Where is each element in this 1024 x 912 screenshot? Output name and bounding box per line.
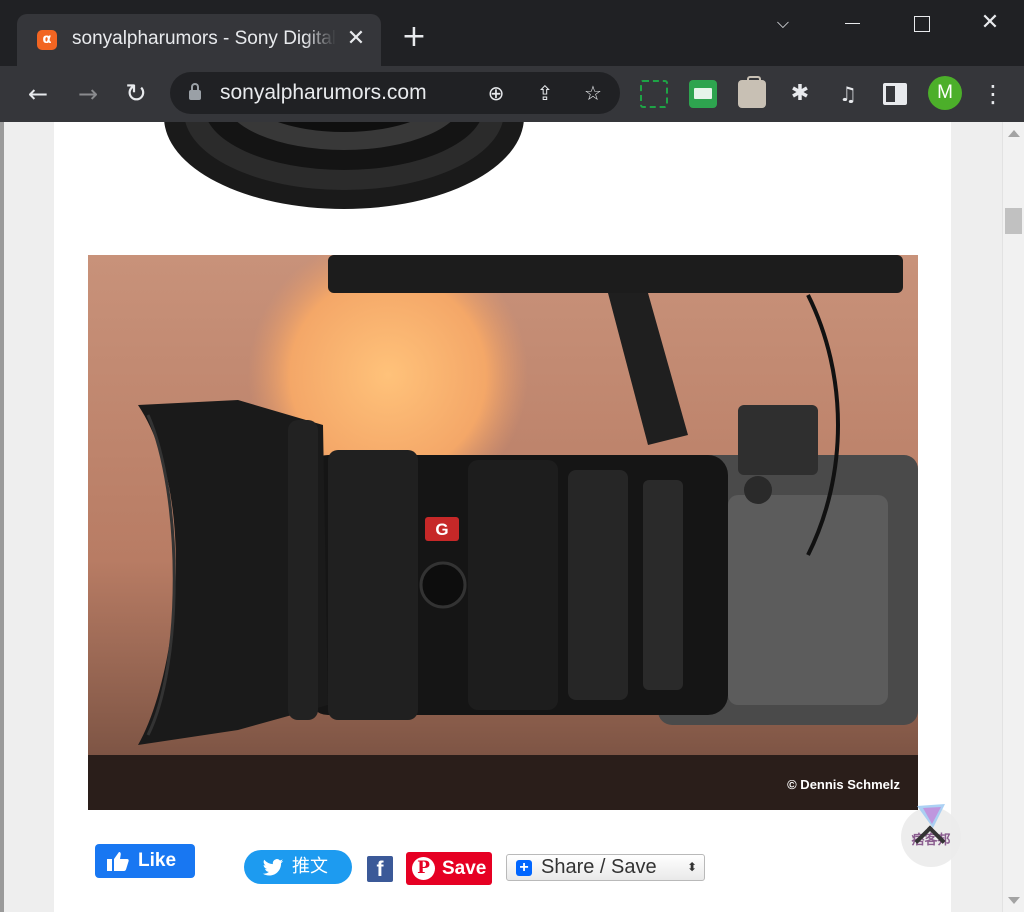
mail-icon[interactable] [689, 80, 717, 108]
page-scrollbar[interactable] [1002, 122, 1024, 912]
page-viewport: G © Dennis Schmelz Like 推文 f P Save + Sh… [4, 122, 1002, 912]
share-bar: Like 推文 f P Save + Share / Save ⬍ [54, 842, 951, 902]
tweet-button[interactable]: 推文 [244, 850, 352, 884]
browser-toolbar: ← → ↻ sonyalpharumors.com ⊕ ⇪ ☆ ✱ ♫ M ⋮ [0, 66, 1024, 122]
window-maximize-button[interactable] [898, 6, 944, 40]
scroll-to-top-button[interactable]: 痞客邦 [901, 804, 961, 867]
address-bar[interactable]: sonyalpharumors.com ⊕ ⇪ ☆ [170, 72, 620, 114]
back-arrow-icon[interactable]: ← [20, 76, 56, 112]
camera-illustration: G © Dennis Schmelz [88, 255, 918, 810]
pinterest-save-button[interactable]: P Save [406, 852, 492, 885]
tab-search-chevron-icon[interactable]: ⌵ [760, 6, 806, 40]
lens-badge: G [435, 520, 448, 539]
browser-menu-icon[interactable]: ⋮ [980, 78, 1006, 110]
share-icon[interactable]: ⇪ [530, 78, 560, 108]
photo-credit: © Dennis Schmelz [787, 777, 900, 792]
bookmark-star-icon[interactable]: ☆ [578, 78, 608, 108]
share-save-label: Share / Save [541, 856, 657, 878]
reload-icon[interactable]: ↻ [118, 76, 154, 112]
browser-titlebar: α sonyalpharumors - Sony Digital Camera … [0, 0, 1024, 66]
screenshot-icon[interactable] [640, 80, 668, 108]
profile-avatar[interactable]: M [928, 76, 962, 110]
pinterest-save-label: Save [442, 858, 487, 879]
side-panel-icon[interactable] [883, 83, 907, 105]
article-column: G © Dennis Schmelz Like 推文 f P Save + Sh… [54, 122, 951, 912]
forward-arrow-icon[interactable]: → [70, 76, 106, 112]
window-minimize-button[interactable] [829, 6, 875, 40]
facebook-share-icon[interactable]: f [367, 856, 393, 882]
camera-photo: G © Dennis Schmelz [88, 255, 918, 810]
tweet-label: 推文 [292, 856, 328, 877]
thumbs-up-icon [107, 852, 129, 871]
facebook-like-button[interactable]: Like [95, 844, 195, 878]
scrollbar-thumb[interactable] [1005, 208, 1022, 234]
media-icon[interactable]: ♫ [834, 80, 862, 108]
share-save-button[interactable]: + Share / Save ⬍ [506, 854, 705, 881]
bag-icon[interactable] [738, 76, 766, 108]
scroll-down-arrow-icon[interactable] [1008, 897, 1020, 904]
updown-arrows-icon: ⬍ [686, 860, 697, 874]
pinterest-icon: P [412, 857, 435, 880]
browser-tab-active[interactable]: α sonyalpharumors - Sony Digital Camera … [17, 14, 381, 66]
scroll-up-arrow-icon[interactable] [1008, 130, 1020, 137]
facebook-like-label: Like [138, 850, 177, 871]
lens-image-partial [164, 122, 524, 209]
tab-close-icon[interactable]: ✕ [343, 26, 369, 52]
window-close-button[interactable]: ✕ [967, 6, 1013, 40]
extensions-icon[interactable]: ✱ [786, 80, 814, 108]
zoom-icon[interactable]: ⊕ [481, 78, 511, 108]
url-text[interactable]: sonyalpharumors.com [220, 81, 427, 105]
new-tab-button[interactable]: + [398, 22, 430, 54]
plus-icon: + [516, 860, 532, 876]
tab-title: sonyalpharumors - Sony Digital Camera [72, 28, 336, 49]
tab-favicon-icon: α [37, 30, 57, 50]
twitter-bird-icon [262, 859, 284, 876]
lock-icon[interactable] [189, 83, 201, 100]
